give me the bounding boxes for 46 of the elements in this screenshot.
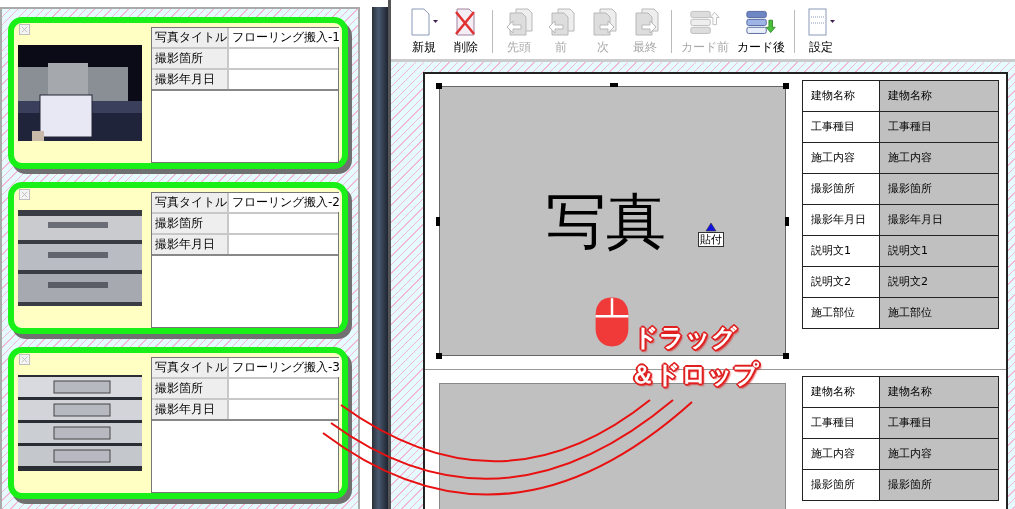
field-value[interactable]: 施工部位	[880, 298, 998, 328]
resize-handle[interactable]	[436, 353, 442, 359]
resize-handle[interactable]	[436, 83, 442, 89]
new-page-icon	[409, 8, 439, 36]
image-placeholder-icon	[19, 354, 30, 365]
field-value[interactable]: 撮影箇所	[880, 174, 998, 204]
field-value[interactable]: 工事種目	[880, 408, 998, 438]
field-value[interactable]: 施工内容	[880, 439, 998, 469]
resize-handle[interactable]	[436, 217, 440, 226]
toolbar-button[interactable]: 設定	[800, 8, 842, 59]
card-up-arrow-icon	[690, 8, 720, 36]
mouse-icon	[594, 296, 630, 348]
image-placeholder-icon	[19, 189, 30, 200]
field-value[interactable]: 工事種目	[880, 112, 998, 142]
resize-handle[interactable]	[785, 217, 789, 226]
drag-drop-caption: ドラッグ	[633, 325, 737, 350]
photo-placeholder-text: 写真	[545, 191, 666, 251]
field-label: 写真タイトル	[152, 193, 229, 212]
resize-handle[interactable]	[783, 83, 789, 89]
field-label: 撮影箇所	[152, 379, 229, 398]
pages-left-arrow-icon	[546, 8, 576, 36]
field-label: 写真タイトル	[152, 28, 229, 47]
field-label: 撮影年月日	[152, 400, 229, 419]
field-value[interactable]: 撮影年月日	[880, 205, 998, 235]
field-value[interactable]: 施工内容	[880, 143, 998, 173]
toolbar-button[interactable]: カード後	[733, 8, 789, 59]
toolbar-button[interactable]: 削除	[445, 8, 487, 59]
splitter[interactable]	[372, 7, 388, 509]
field-label: 撮影年月日	[152, 70, 229, 89]
field-label: 撮影年月日	[152, 235, 229, 254]
resize-handle[interactable]	[610, 83, 618, 87]
toolbar-button[interactable]: 新規	[403, 8, 445, 59]
field-label: 撮影箇所	[152, 214, 229, 233]
field-value[interactable]: 撮影箇所	[880, 470, 998, 500]
page-layout-icon	[806, 8, 836, 36]
field-value[interactable]: 建物名称	[880, 81, 998, 111]
pages-left-arrow-icon	[504, 8, 534, 36]
image-placeholder-icon	[19, 24, 30, 35]
field-label: 撮影箇所	[152, 49, 229, 68]
field-value[interactable]: 説明文1	[880, 236, 998, 266]
up-triangle-icon	[705, 222, 717, 232]
field-label: 写真タイトル	[152, 358, 229, 377]
resize-handle[interactable]	[783, 353, 789, 359]
field-value[interactable]: 説明文2	[880, 267, 998, 297]
field-value[interactable]: 建物名称	[880, 377, 998, 407]
card-down-arrow-icon	[746, 8, 776, 36]
